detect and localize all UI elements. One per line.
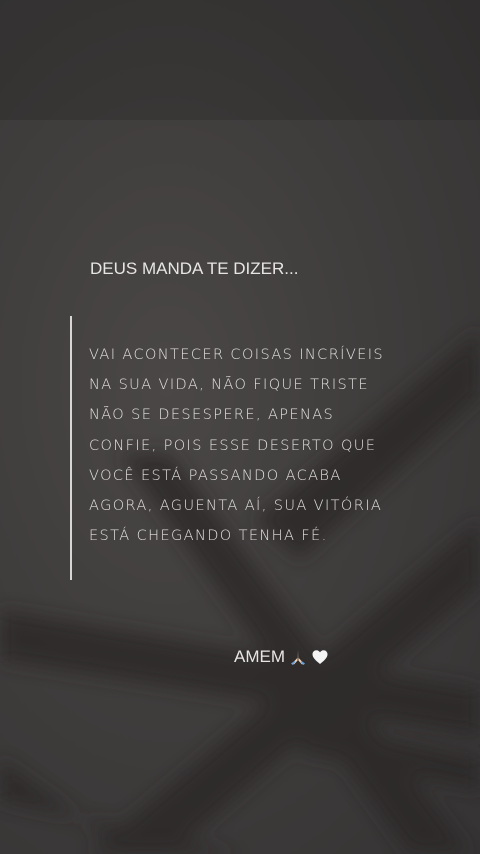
quote-bar — [70, 316, 72, 580]
white-heart-icon — [311, 648, 329, 666]
closing-line: AMEM — [234, 647, 329, 667]
quote-text: VAI ACONTECER COISAS INCRÍVEIS NA SUA VI… — [89, 347, 385, 545]
praying-hands-icon — [289, 648, 307, 666]
story-heading: DEUS MANDA TE DIZER... — [90, 259, 299, 278]
closing-text: AMEM — [234, 647, 285, 666]
story-canvas: DEUS MANDA TE DIZER... VAI ACONTECER COI… — [0, 0, 480, 854]
